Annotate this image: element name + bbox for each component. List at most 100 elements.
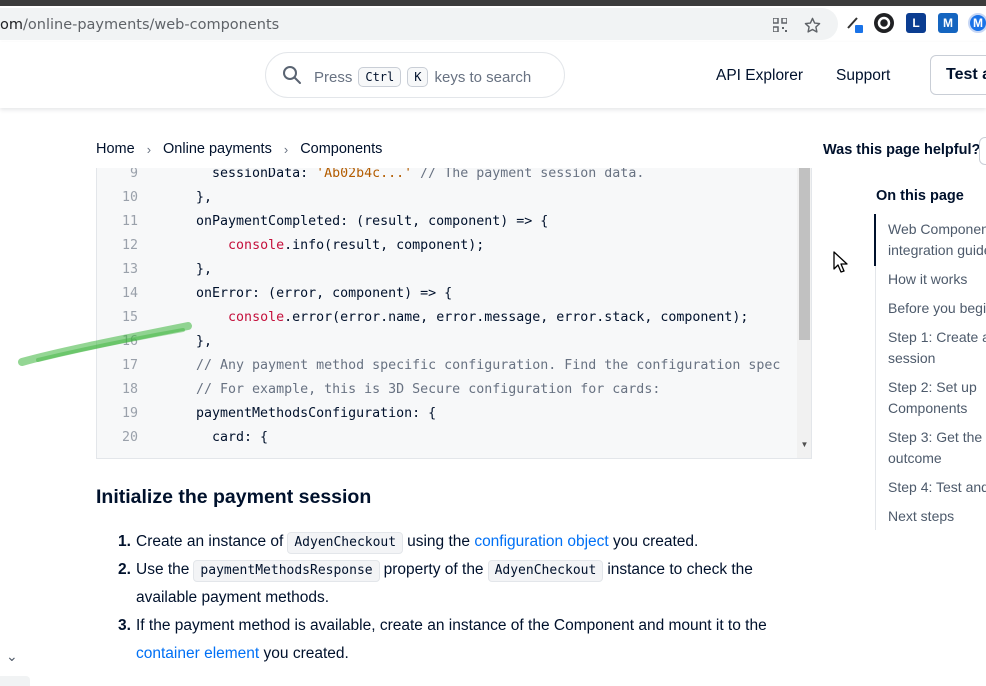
code-line-source: onError: (error, component) => { — [180, 282, 452, 306]
test-account-button[interactable]: Test a — [930, 55, 986, 95]
inline-code: paymentMethodsResponse — [193, 560, 380, 582]
code-line-number: 16 — [121, 334, 138, 349]
kbd-k: K — [407, 67, 429, 87]
code-line-number: 10 — [121, 190, 138, 205]
code-token: }, — [180, 262, 213, 277]
code-token: .info(result, component); — [284, 238, 485, 253]
helpful-yes-button[interactable] — [979, 137, 986, 165]
breadcrumb: Home › Online payments › Components — [96, 141, 382, 157]
qr-code-icon[interactable] — [771, 16, 789, 34]
circle-extension-icon[interactable] — [874, 13, 894, 33]
code-line: 18 // For example, this is 3D Secure con… — [97, 378, 797, 402]
toc-title: On this page — [876, 188, 964, 204]
step-text: property of the — [383, 561, 484, 578]
inline-code: AdyenCheckout — [487, 560, 604, 582]
code-line-source: // For example, this is 3D Secure config… — [180, 378, 660, 402]
step-number: 3. — [118, 617, 131, 634]
code-block[interactable]: 9 sessionData: 'Ab02b4c...' // The payme… — [96, 168, 812, 459]
breadcrumb-home[interactable]: Home — [96, 141, 135, 157]
step-text: If the payment method is available, crea… — [136, 617, 767, 634]
scroll-down-arrow-icon[interactable]: ▼ — [799, 440, 810, 450]
star-icon[interactable] — [803, 16, 821, 34]
l-extension-icon[interactable]: L — [906, 13, 926, 33]
section-title: Initialize the payment session — [96, 486, 372, 508]
breadcrumb-components[interactable]: Components — [300, 141, 382, 157]
toc-item[interactable]: Before you begin — [888, 298, 986, 319]
url-field[interactable]: om/online-payments/web-components — [0, 8, 838, 40]
address-bar: om/online-payments/web-components L M M — [0, 6, 986, 42]
toc-item[interactable]: Step 2: Set up Components — [888, 377, 986, 419]
search-icon — [283, 66, 301, 84]
code-token: paymentMethodsConfiguration: { — [180, 406, 437, 421]
doc-link[interactable]: container element — [136, 645, 259, 662]
code-token: // For example, this is 3D Secure config… — [180, 382, 661, 397]
search-press-label: Press — [314, 68, 353, 86]
code-token: // Any payment method specific configura… — [180, 358, 781, 373]
code-line: 16 }, — [97, 330, 797, 354]
code-line-source: card: { — [180, 426, 268, 450]
breadcrumb-online-payments[interactable]: Online payments — [163, 141, 272, 157]
kbd-ctrl: Ctrl — [358, 67, 402, 87]
toc-active-indicator — [874, 214, 876, 266]
steps-list: 1. Create an instance of AdyenCheckout usin… — [118, 528, 798, 668]
url-path: /online-payments/web-components — [23, 17, 280, 33]
code-token: }, — [180, 334, 213, 349]
code-token: .error(error.name, error.message, error.… — [284, 310, 749, 325]
code-scrollbar-thumb[interactable] — [799, 168, 810, 340]
code-token: sessionData: — [180, 168, 317, 181]
code-token: card: { — [180, 430, 269, 445]
code-line-number: 9 — [129, 168, 138, 181]
code-token: 'Ab02b4c...' — [316, 168, 413, 181]
toc-item[interactable]: How it works — [888, 269, 986, 290]
code-line-source: console.info(result, component); — [180, 234, 484, 258]
code-line-source: }, — [180, 258, 212, 282]
code-line: 10 }, — [97, 186, 797, 210]
helpful-prompt: Was this page helpful? — [823, 142, 981, 158]
url-host: om — [0, 17, 23, 33]
status-corner — [0, 676, 30, 686]
code-line: 17 // Any payment method specific config… — [97, 354, 797, 378]
m-round-extension-icon[interactable]: M — [968, 13, 986, 33]
toc-item[interactable]: Step 1: Create a session — [888, 327, 986, 369]
code-line-number: 13 — [121, 262, 138, 277]
mouse-cursor-icon — [833, 251, 848, 273]
toc-item[interactable]: Next steps — [888, 506, 986, 527]
eyedropper-extension-icon[interactable] — [845, 13, 865, 33]
step-text: Create an instance of — [136, 533, 284, 550]
toc-item[interactable]: Step 3: Get the p outcome — [888, 427, 986, 469]
step-text: Use the — [136, 561, 190, 578]
toc-item[interactable]: Step 4: Test and — [888, 477, 986, 498]
toc-list: Web Componen integration guide How it wor… — [888, 219, 986, 535]
code-line-number: 17 — [121, 358, 138, 373]
code-line-number: 11 — [121, 214, 138, 229]
code-line-source: // Any payment method specific configura… — [180, 354, 780, 378]
code-token: onPaymentCompleted: (result, component) … — [180, 214, 549, 229]
code-line-number: 14 — [121, 286, 138, 301]
code-line-source: onPaymentCompleted: (result, component) … — [180, 210, 548, 234]
toc-item[interactable]: Web Componen integration guide — [888, 219, 986, 261]
nav-api-explorer[interactable]: API Explorer — [716, 67, 803, 85]
code-line-number: 15 — [121, 310, 138, 325]
list-item: 1. Create an instance of AdyenCheckout usin… — [118, 528, 798, 556]
code-line-source: console.error(error.name, error.message,… — [180, 306, 748, 330]
doc-link[interactable]: configuration object — [474, 533, 608, 550]
code-line: 12 console.info(result, component); — [97, 234, 797, 258]
code-token: }, — [180, 190, 213, 205]
site-header: Press Ctrl K keys to search API Explorer… — [0, 42, 986, 108]
chevron-down-icon[interactable]: ⌄ — [6, 648, 18, 665]
nav-support[interactable]: Support — [836, 67, 890, 85]
search-input[interactable]: Press Ctrl K keys to search — [265, 52, 565, 98]
code-line: 11 onPaymentCompleted: (result, componen… — [97, 210, 797, 234]
code-token: onError: (error, component) => { — [180, 286, 453, 301]
code-line-number: 20 — [121, 430, 138, 445]
step-number: 2. — [118, 561, 131, 578]
m-extension-icon[interactable]: M — [938, 13, 958, 33]
search-placeholder: Press Ctrl K keys to search — [314, 67, 531, 87]
inline-code: AdyenCheckout — [287, 532, 404, 554]
code-line-source: }, — [180, 330, 212, 354]
code-line: 9 sessionData: 'Ab02b4c...' // The payme… — [97, 168, 797, 186]
url-text[interactable]: om/online-payments/web-components — [0, 17, 279, 33]
step-number: 1. — [118, 533, 131, 550]
